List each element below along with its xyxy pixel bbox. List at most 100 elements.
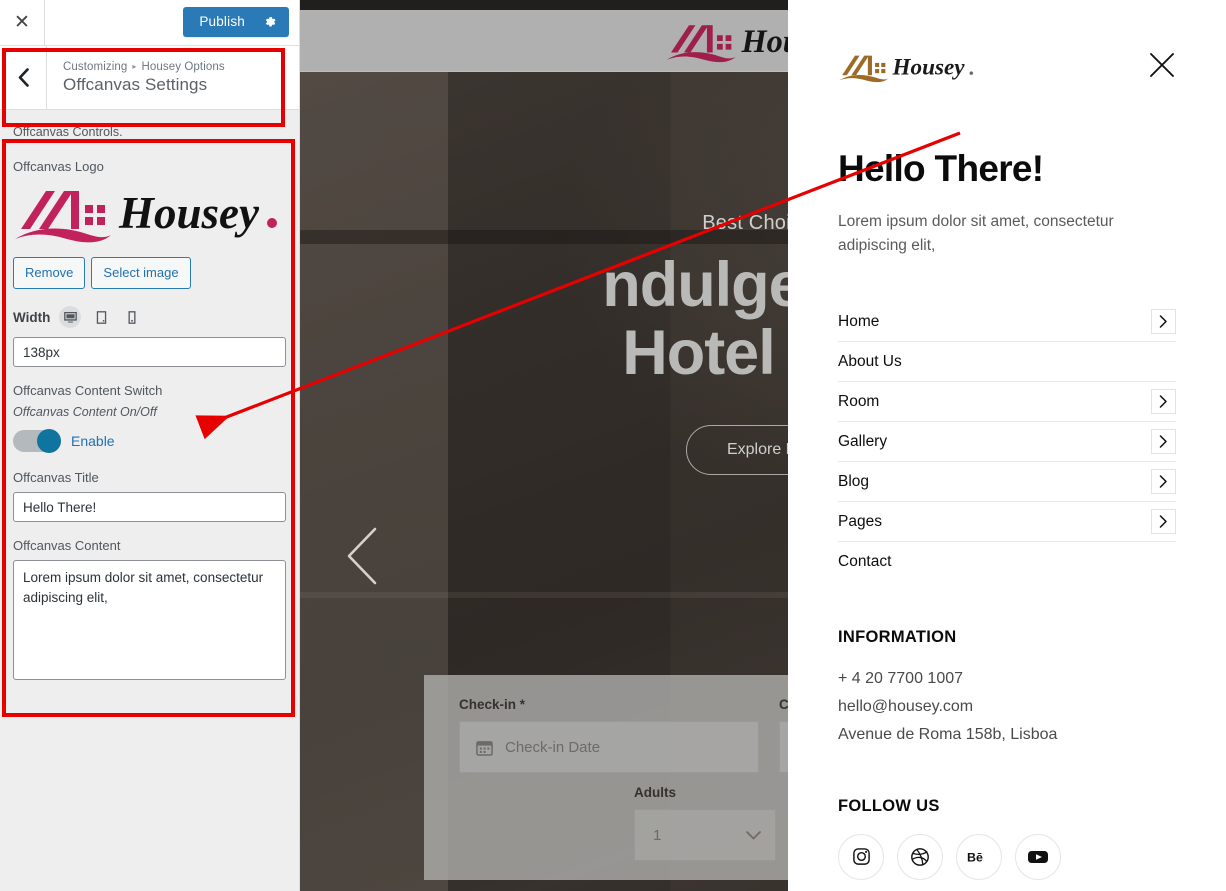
offcanvas-description: Lorem ipsum dolor sit amet, consectetur …	[838, 213, 1114, 255]
follow-heading: FOLLOW US	[838, 796, 940, 815]
content-switch-description: Offcanvas Content On/Off	[13, 405, 157, 420]
youtube-glyph	[1028, 850, 1048, 863]
width-control-row: Width	[13, 306, 286, 329]
housey-logo-crimson: Housey	[15, 188, 277, 242]
menu-item-label: Room	[838, 392, 880, 410]
select-image-button[interactable]: Select image	[91, 256, 191, 290]
desktop-glyph	[64, 311, 77, 323]
offcanvas-content-label: Offcanvas Content	[13, 538, 121, 554]
adults-select[interactable]: 1	[634, 809, 776, 861]
offcanvas-logo-label: Offcanvas Logo	[13, 158, 104, 174]
offcanvas-title-label: Offcanvas Title	[13, 470, 99, 486]
toggle-knob	[37, 429, 61, 454]
information-line[interactable]: hello@housey.com	[838, 693, 1176, 721]
submenu-toggle-button[interactable]	[1151, 309, 1176, 335]
controls-description: Offcanvas Controls.	[13, 125, 123, 139]
breadcrumb-parent[interactable]: Housey Options	[142, 61, 225, 73]
close-icon[interactable]	[1148, 51, 1176, 84]
menu-item-gallery[interactable]: Gallery	[838, 422, 1176, 463]
checkin-date-placeholder: Check-in Date	[505, 738, 601, 756]
follow-block: FOLLOW US Bē	[838, 797, 1176, 880]
chevron-right-icon	[1159, 315, 1167, 328]
chevron-left-icon	[18, 68, 29, 87]
checkin-date-input[interactable]: Check-in Date	[459, 721, 759, 773]
content-switch-label: Offcanvas Content Switch	[13, 383, 163, 399]
remove-button[interactable]: Remove	[13, 256, 86, 290]
social-link-behance[interactable]: Bē	[956, 833, 1002, 880]
customizer-panel: ✕ Publish Customizing ▸ Housey Options O…	[0, 0, 300, 891]
adults-value: 1	[653, 826, 662, 844]
width-input[interactable]	[13, 337, 286, 368]
menu-item-about-us[interactable]: About Us	[838, 342, 1176, 383]
customizer-controls: Offcanvas Controls. Offcanvas Logo House	[0, 110, 299, 685]
logo-buttons: Remove Select image	[13, 256, 286, 290]
submenu-toggle-button[interactable]	[1151, 509, 1176, 535]
width-field	[13, 337, 286, 368]
information-line[interactable]: Avenue de Roma 158b, Lisboa	[838, 721, 1176, 749]
dribbble-glyph	[911, 847, 929, 866]
toggle-label: Enable	[71, 433, 115, 450]
offcanvas-header: Housey	[838, 0, 1176, 84]
menu-item-pages[interactable]: Pages	[838, 502, 1176, 543]
submenu-toggle-button[interactable]	[1151, 389, 1176, 415]
adults-column: Adults 1	[634, 785, 776, 861]
menu-item-label: Blog	[838, 472, 870, 490]
menu-item-label: Pages	[838, 512, 882, 530]
close-icon[interactable]: ✕	[0, 0, 45, 45]
breadcrumb-separator-icon: ▸	[132, 62, 137, 71]
customizer-section-header: Customizing ▸ Housey Options Offcanvas S…	[0, 45, 299, 110]
behance-glyph: Bē	[967, 850, 983, 864]
customizer-header: ✕ Publish	[0, 0, 299, 46]
slider-prev-button[interactable]	[342, 524, 384, 593]
tablet-glyph	[96, 310, 107, 324]
menu-item-label: Gallery	[838, 432, 888, 450]
submenu-toggle-button[interactable]	[1151, 469, 1176, 495]
back-button[interactable]	[0, 45, 47, 110]
page-title: Offcanvas Settings	[63, 74, 208, 94]
offcanvas-title-input[interactable]	[13, 492, 286, 523]
offcanvas-title: Hello There!	[838, 148, 1044, 189]
checkin-column: Check-in * Check-in Date	[459, 697, 759, 773]
menu-item-room[interactable]: Room	[838, 382, 1176, 423]
content-switch-toggle[interactable]	[13, 429, 61, 454]
gear-glyph	[265, 16, 276, 27]
information-block: INFORMATION + 4 20 7700 1007 hello@housey…	[838, 628, 1176, 748]
menu-item-label: About Us	[838, 352, 902, 370]
chevron-right-icon	[1159, 515, 1167, 528]
screen: ✕ Publish Customizing ▸ Housey Options O…	[0, 0, 1226, 891]
chevron-right-icon	[1159, 475, 1167, 488]
offcanvas-content-textarea[interactable]	[13, 560, 286, 681]
social-link-youtube[interactable]	[1015, 833, 1061, 880]
mobile-glyph	[128, 310, 136, 324]
information-lines: + 4 20 7700 1007 hello@housey.com Avenue d…	[838, 665, 1176, 748]
social-link-instagram[interactable]	[838, 833, 884, 880]
svg-text:Housey: Housey	[118, 188, 260, 238]
publish-button-group: Publish	[183, 7, 289, 37]
offcanvas-logo[interactable]: Housey	[838, 50, 978, 84]
menu-item-blog[interactable]: Blog	[838, 462, 1176, 503]
desktop-icon[interactable]	[59, 306, 82, 329]
tablet-icon[interactable]	[90, 306, 112, 328]
instagram-glyph	[852, 848, 870, 865]
offcanvas-panel: Housey Hello There! Lorem ipsum dolor si…	[788, 0, 1226, 891]
chevron-right-icon	[1159, 435, 1167, 448]
social-link-dribbble[interactable]	[897, 833, 943, 880]
breadcrumb: Customizing ▸ Housey Options	[63, 61, 225, 73]
breadcrumb-root[interactable]: Customizing	[63, 61, 127, 73]
calendar-icon	[476, 740, 493, 756]
mobile-icon[interactable]	[121, 306, 143, 328]
menu-item-home[interactable]: Home	[838, 302, 1176, 343]
section-header-text: Customizing ▸ Housey Options Offcanvas S…	[47, 61, 225, 95]
chevron-left-icon	[347, 527, 377, 585]
offcanvas-logo-preview: Housey	[13, 181, 286, 247]
offcanvas-title-field: Offcanvas Title	[13, 470, 286, 523]
menu-item-label: Contact	[838, 553, 892, 571]
gear-icon[interactable]	[257, 7, 289, 37]
menu-item-label: Home	[838, 312, 880, 330]
menu-item-contact[interactable]: Contact	[838, 542, 1176, 582]
submenu-toggle-button[interactable]	[1151, 429, 1176, 455]
offcanvas-menu: Home About Us Room Gallery Blog Pages Contact	[838, 302, 1176, 582]
information-line[interactable]: + 4 20 7700 1007	[838, 665, 1176, 693]
adults-label: Adults	[634, 785, 676, 800]
publish-button[interactable]: Publish	[183, 7, 257, 37]
